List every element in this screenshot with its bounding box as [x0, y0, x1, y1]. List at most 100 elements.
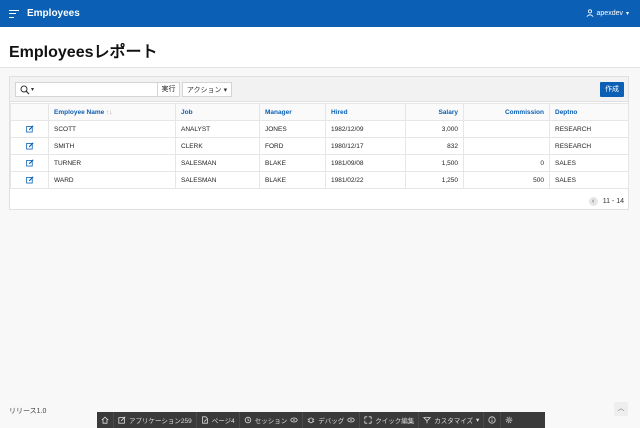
cell-salary: 832 [405, 137, 464, 155]
table-header-row: Employee Name ↑↓ Job Manager Hired Salar… [10, 103, 629, 121]
release-label: リリース1.0 [9, 408, 47, 415]
column-header-edit [10, 103, 49, 121]
devbar-debug[interactable]: デバッグ [303, 412, 361, 428]
user-icon [586, 9, 594, 17]
cell-employee-name: WARD [48, 171, 176, 189]
edit-icon[interactable] [25, 142, 34, 150]
column-header-manager[interactable]: Manager [259, 103, 326, 121]
debug-icon [308, 417, 315, 424]
column-header-salary[interactable]: Salary [405, 103, 464, 121]
cell-employee-name: TURNER [48, 154, 176, 172]
column-header-job[interactable]: Job [175, 103, 260, 121]
chevron-down-icon[interactable]: ▾ [31, 86, 34, 93]
cell-job: SALESMAN [175, 171, 260, 189]
cell-employee-name: SMITH [48, 137, 176, 155]
cell-commission [463, 137, 550, 155]
session-icon [244, 416, 251, 424]
devbar-debug-label: デバッグ [318, 418, 345, 425]
page-icon [201, 416, 208, 424]
devbar-quick-edit[interactable]: クイック編集 [360, 412, 420, 428]
cell-employee-name: SCOTT [48, 120, 176, 138]
page-title: Employeesレポート [9, 44, 158, 61]
edit-cell[interactable] [10, 171, 49, 189]
info-icon [488, 416, 496, 424]
edit-app-icon [118, 416, 126, 424]
cell-deptno: SALES [549, 171, 629, 189]
table-row: SCOTT ANALYST JONES 1982/12/09 3,000 RES… [10, 120, 629, 138]
chevron-left-icon[interactable]: ‹ [588, 197, 598, 206]
cell-hired: 1981/09/08 [325, 154, 406, 172]
app-header: Employees apexdev ▾ [0, 0, 640, 27]
cell-salary: 3,000 [405, 120, 464, 138]
pagination-range: 11 - 14 [602, 198, 624, 205]
search-icon[interactable] [20, 85, 30, 95]
column-header-employee-name[interactable]: Employee Name ↑↓ [48, 103, 176, 121]
devbar-customize-label: カスタマイズ [434, 418, 474, 425]
cell-commission: 500 [463, 171, 550, 189]
devbar-page-label: ページ4 [211, 418, 235, 425]
home-icon [101, 416, 109, 424]
devbar-home[interactable] [97, 412, 114, 428]
title-region: Employeesレポート [0, 27, 640, 68]
customize-icon [423, 417, 432, 424]
devbar-session[interactable]: セッション [240, 412, 304, 428]
devbar-customize[interactable]: カスタマイズ ▾ [419, 412, 485, 428]
report-toolbar: ▾ 実行 アクション ▾ 作成 [10, 77, 628, 102]
menu-icon[interactable] [9, 9, 19, 18]
report-region: ▾ 実行 アクション ▾ 作成 Employee Name ↑↓ Job Man… [9, 76, 629, 210]
settings-icon [506, 416, 513, 424]
edit-icon[interactable] [25, 159, 34, 167]
cell-deptno: RESEARCH [549, 137, 629, 155]
devbar-page[interactable]: ページ4 [197, 412, 240, 428]
cell-hired: 1980/12/17 [325, 137, 406, 155]
devbar-session-label: セッション [254, 418, 288, 425]
devbar-settings[interactable] [501, 412, 517, 428]
table-row: TURNER SALESMAN BLAKE 1981/09/08 1,500 0… [10, 154, 629, 172]
user-menu[interactable]: apexdev ▾ [586, 9, 629, 17]
cell-commission [463, 120, 550, 138]
cell-commission: 0 [463, 154, 550, 172]
chevron-up-icon[interactable]: ︿ [614, 402, 628, 416]
go-button[interactable]: 実行 [157, 83, 179, 96]
cell-job: CLERK [175, 137, 260, 155]
table-row: SMITH CLERK FORD 1980/12/17 832 RESEARCH [10, 137, 629, 155]
devbar-application-label: アプリケーション259 [129, 418, 192, 425]
cell-hired: 1981/02/22 [325, 171, 406, 189]
cell-deptno: RESEARCH [549, 120, 629, 138]
quick-edit-icon [364, 416, 372, 424]
chevron-down-icon: ▾ [223, 86, 228, 94]
column-header-commission[interactable]: Commission [463, 103, 550, 121]
chevron-down-icon: ▾ [625, 10, 629, 17]
edit-cell[interactable] [10, 137, 49, 155]
create-button[interactable]: 作成 [600, 82, 624, 97]
user-name: apexdev [596, 9, 623, 17]
cell-deptno: SALES [549, 154, 629, 172]
table-row: WARD SALESMAN BLAKE 1981/02/22 1,250 500… [10, 171, 629, 189]
edit-cell[interactable] [10, 120, 49, 138]
cell-manager: BLAKE [259, 154, 326, 172]
chevron-down-icon: ▾ [476, 417, 480, 424]
sort-icon: ↑↓ [106, 108, 113, 116]
search-input[interactable]: ▾ 実行 [15, 82, 180, 97]
edit-icon[interactable] [25, 176, 34, 184]
column-header-deptno[interactable]: Deptno [549, 103, 629, 121]
pagination: ‹ 11 - 14 [588, 197, 624, 206]
eye-icon [347, 417, 355, 423]
edit-cell[interactable] [10, 154, 49, 172]
cell-salary: 1,250 [405, 171, 464, 189]
devbar-application[interactable]: アプリケーション259 [114, 412, 197, 428]
eye-icon [290, 417, 298, 423]
cell-job: SALESMAN [175, 154, 260, 172]
report-table: Employee Name ↑↓ Job Manager Hired Salar… [10, 103, 629, 189]
app-title[interactable]: Employees [27, 8, 80, 19]
edit-icon[interactable] [25, 125, 34, 133]
actions-label: アクション [186, 86, 222, 94]
devbar-quick-edit-label: クイック編集 [375, 418, 415, 425]
devbar-info[interactable] [484, 412, 502, 428]
cell-manager: JONES [259, 120, 326, 138]
cell-salary: 1,500 [405, 154, 464, 172]
developer-toolbar: アプリケーション259 ページ4 セッション デバッグ クイック編集 カスタマイ… [97, 412, 545, 428]
column-header-hired[interactable]: Hired [325, 103, 406, 121]
cell-manager: FORD [259, 137, 326, 155]
actions-button[interactable]: アクション ▾ [182, 82, 232, 97]
